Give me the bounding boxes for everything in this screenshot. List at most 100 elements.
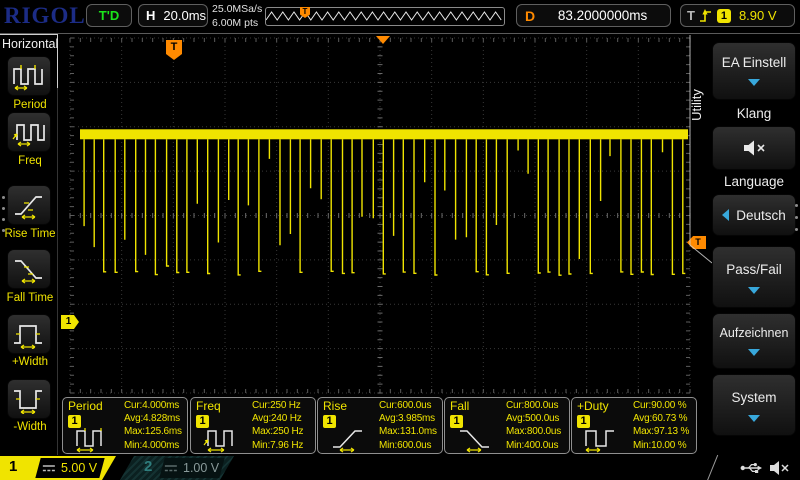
menu-item-period-label: Period — [0, 99, 60, 111]
menu-item-minus-width[interactable] — [7, 379, 51, 419]
stat-max: 97.13 % — [654, 426, 689, 437]
horizontal-timebase-box[interactable]: H 20.0ms — [138, 4, 208, 27]
waveform-preview-bar[interactable]: T — [265, 7, 505, 26]
dc-coupling-icon — [42, 464, 56, 473]
measurement-name: Fall — [450, 399, 469, 413]
top-status-bar: RIGOL T'D H 20.0ms 25.0MSa/s 6.00M pts T… — [0, 0, 800, 34]
measurement-stats: Cur:90.00 % Avg:60.73 % Max:97.13 % Min:… — [633, 399, 689, 452]
measurement-name: Rise — [323, 399, 347, 413]
channel2-number: 2 — [144, 458, 152, 475]
acquisition-info: 25.0MSa/s 6.00M pts — [212, 2, 262, 30]
timebase-value: 20.0ms — [163, 8, 206, 23]
measurement-stats: Cur:600.0us Avg:3.985ms Max:131.0ms Min:… — [379, 399, 437, 452]
stat-min: 10.00 % — [651, 440, 686, 451]
right-menu-scroll-dot — [795, 216, 798, 219]
stat-max: 131.0ms — [400, 426, 437, 437]
horizontal-center-marker — [376, 36, 390, 44]
menu-item-rise-time[interactable] — [7, 185, 51, 225]
freq-icon — [11, 117, 47, 147]
menu-item-ea-einstell[interactable]: EA Einstell — [712, 42, 796, 100]
stat-avg: 500.0us — [525, 413, 559, 424]
freq-icon — [201, 425, 247, 453]
left-menu-scroll-dot — [2, 218, 5, 221]
measurement-panel-period: Period 1 Cur:4.000ms Avg:4.828ms Max:125… — [62, 397, 188, 454]
channel1-waveform — [80, 129, 688, 275]
menu-item-fall-time[interactable] — [7, 249, 51, 289]
menu-item-minus-width-label: -Width — [0, 421, 60, 433]
stat-min: 4.000ms — [142, 440, 179, 451]
menu-item-rise-time-label: Rise Time — [0, 228, 60, 240]
menu-item-aufzeichnen[interactable]: Aufzeichnen — [712, 313, 796, 369]
right-menu-scroll-dot — [795, 204, 798, 207]
left-menu-scroll-dot — [2, 229, 5, 232]
stat-min: 600.0us — [397, 440, 431, 451]
stat-max: 800.0us — [527, 426, 561, 437]
measurement-panel-rise: Rise 1 Cur:600.0us Avg:3.985ms Max:131.0… — [317, 397, 443, 454]
stat-avg: 240 Hz — [271, 413, 302, 424]
menu-item-pass-fail[interactable]: Pass/Fail — [712, 246, 796, 308]
oscilloscope-screen: RIGOL T'D H 20.0ms 25.0MSa/s 6.00M pts T… — [0, 0, 800, 480]
rise-time-icon — [11, 190, 47, 220]
usb-icon — [740, 461, 764, 475]
stat-max: 125.6ms — [145, 426, 182, 437]
menu-item-freq[interactable] — [7, 112, 51, 152]
ea-einstell-label: EA Einstell — [713, 55, 795, 70]
menu-item-plus-width[interactable] — [7, 314, 51, 354]
measurement-name: +Duty — [577, 399, 609, 413]
rise-time-icon — [328, 425, 374, 453]
channel2-scale-box: 1.00 V — [159, 458, 224, 478]
trigger-box[interactable]: T 1 8.90 V — [680, 4, 795, 27]
stat-min: 400.0us — [524, 440, 558, 451]
fall-time-icon — [11, 254, 47, 284]
period-icon — [73, 425, 119, 453]
measurement-panel-plus-duty: +Duty 1 Cur:90.00 % Avg:60.73 % Max:97.1… — [571, 397, 697, 454]
trigger-label: T — [687, 8, 695, 23]
system-label: System — [713, 390, 795, 405]
measurement-stats: Cur:4.000ms Avg:4.828ms Max:125.6ms Min:… — [124, 399, 182, 452]
channel1-scale-box: 5.00 V — [35, 458, 104, 478]
stat-cur: 600.0us — [397, 400, 431, 411]
memory-depth: 6.00M pts — [212, 16, 262, 30]
stat-avg: 3.985ms — [398, 413, 435, 424]
menu-item-freq-label: Freq — [0, 155, 60, 167]
rigol-logo: RIGOL — [4, 3, 86, 29]
right-menu-scroll-dot — [795, 228, 798, 231]
graticule-grid — [70, 38, 690, 393]
plus-width-icon — [11, 319, 47, 349]
stat-min: 7.96 Hz — [270, 440, 303, 451]
menu-item-language[interactable]: Deutsch — [712, 194, 796, 236]
stat-avg: 4.828ms — [143, 413, 180, 424]
delay-box[interactable]: D 83.2000000ms — [516, 4, 671, 27]
stat-cur: 90.00 % — [651, 400, 686, 411]
sample-rate: 25.0MSa/s — [212, 2, 262, 16]
stat-cur: 250 Hz — [270, 400, 301, 411]
measurement-stats: Cur:250 Hz Avg:240 Hz Max:250 Hz Min:7.9… — [252, 399, 303, 452]
horizontal-label: H — [146, 8, 155, 23]
menu-item-klang[interactable] — [712, 126, 796, 170]
speaker-muted-icon — [768, 459, 790, 477]
channel2-scale: 1.00 V — [183, 461, 219, 475]
stat-max: 250 Hz — [273, 426, 304, 437]
menu-item-plus-width-label: +Width — [0, 356, 60, 368]
menu-item-system[interactable]: System — [712, 374, 796, 436]
minus-width-icon — [11, 384, 47, 414]
utility-tab-label: Utility — [689, 60, 705, 150]
channel1-scale: 5.00 V — [61, 461, 97, 475]
left-menu-scroll-dot — [2, 196, 5, 199]
menu-item-period[interactable] — [7, 56, 51, 96]
menu-item-fall-time-label: Fall Time — [0, 292, 60, 304]
graticule-and-waveform — [62, 33, 698, 397]
bottom-bar-divider — [707, 455, 718, 480]
trigger-status-badge: T'D — [86, 4, 132, 27]
fall-time-icon — [455, 425, 501, 453]
measurement-stats: Cur:800.0us Avg:500.0us Max:800.0us Min:… — [506, 399, 561, 452]
measurement-panel-freq: Freq 1 Cur:250 Hz Avg:240 Hz Max:250 Hz … — [190, 397, 316, 454]
stat-cur: 800.0us — [524, 400, 558, 411]
channel1-number: 1 — [9, 458, 17, 475]
period-icon — [11, 61, 47, 91]
aufzeichnen-label: Aufzeichnen — [713, 326, 795, 340]
chevron-down-icon — [748, 415, 760, 422]
measurement-name: Freq — [196, 399, 221, 413]
left-menu-title: Horizontal — [2, 37, 58, 51]
language-value: Deutsch — [736, 208, 786, 223]
